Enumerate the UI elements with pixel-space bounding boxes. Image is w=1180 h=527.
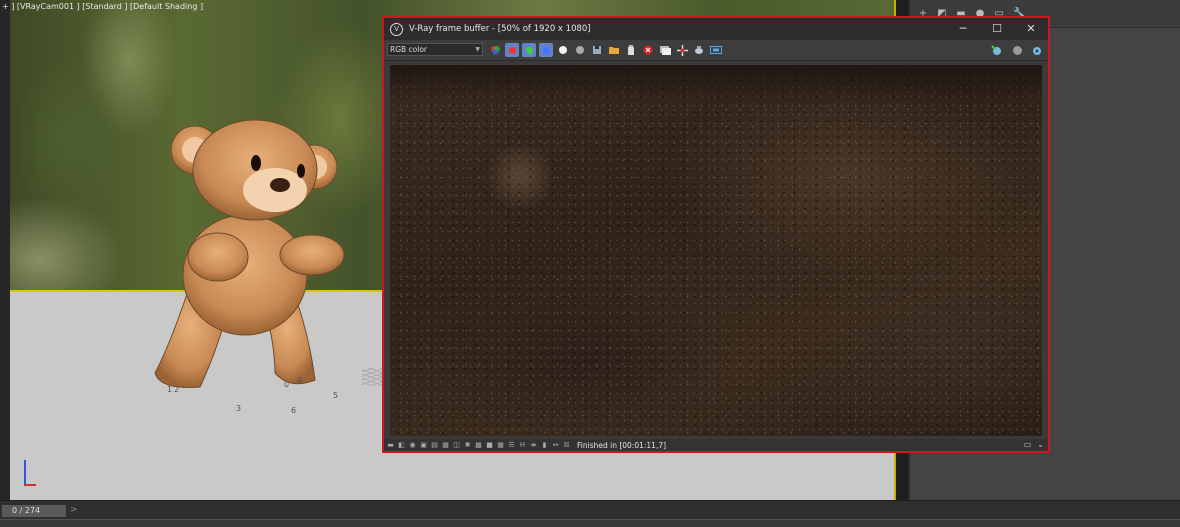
vertex-label: 3 [236,404,242,413]
fit-icon[interactable]: ↔ [551,441,560,450]
teapot-icon[interactable] [692,43,706,57]
lens-icon[interactable] [709,43,723,57]
vertex-label: 2 [174,385,180,394]
red-channel-icon[interactable] [505,43,519,57]
lens-effects-icon[interactable]: ✺ [463,441,472,450]
open-icon[interactable] [607,43,621,57]
vfb-status-bar: ▬ ◧ ◉ ▣ ▤ ▦ ◫ ✺ ▩ ■ ▦ ☰ H ⇼ ▮ ↔ ☒ Finish… [384,439,1048,451]
channels-icon[interactable] [488,43,502,57]
vfb-title: V-Ray frame buffer - [50% of 1920 x 1080… [409,24,591,34]
color-icon[interactable]: ■ [485,441,494,450]
stats-icon[interactable]: ▤ [430,441,439,450]
interactive-render-icon[interactable] [1030,43,1044,57]
expand-icon[interactable]: ▭ [1024,440,1032,449]
image-icon[interactable]: ▦ [441,441,450,450]
texture-icon[interactable]: ▩ [474,441,483,450]
folder-icon[interactable]: ▬ [386,441,395,450]
grid-icon[interactable]: ▦ [496,441,505,450]
compare-ab-icon[interactable]: ⇼ [529,441,538,450]
white-circle-icon[interactable] [556,43,570,57]
vertex-label: 1 [167,385,173,394]
teddy-bear-model[interactable] [130,105,370,395]
chevron-down-icon[interactable]: ⌄ [1037,440,1044,449]
close-button[interactable]: ✕ [1014,18,1048,40]
vertex-label: 6 [291,406,297,415]
region-icon[interactable] [675,43,689,57]
vray-logo-icon: V [390,22,403,36]
maximize-button[interactable]: ☐ [980,18,1014,40]
minimize-button[interactable]: ─ [946,18,980,40]
render-icon[interactable] [990,43,1004,57]
vertex-label: 5 [333,391,339,400]
render-status: Finished in [00:01:11,7] [577,440,667,450]
levels-icon[interactable]: ▮ [540,441,549,450]
axis-tripod-icon [20,460,36,486]
vray-frame-buffer-window: V V-Ray frame buffer - [50% of 1920 x 10… [382,16,1050,453]
blue-channel-icon[interactable] [539,43,553,57]
vfb-title-bar[interactable]: V V-Ray frame buffer - [50% of 1920 x 10… [384,18,1048,40]
stop-icon[interactable] [641,43,655,57]
vertex-label: 4 [297,376,303,385]
viewport-label[interactable]: + ] [VRayCam001 ] [Standard ] [Default S… [2,2,203,11]
color-correction-icon[interactable]: ▣ [419,441,428,450]
timeline-track[interactable] [0,519,1180,527]
save-icon[interactable] [590,43,604,57]
next-frame-button[interactable]: > [70,505,78,515]
layer-icon[interactable]: ◧ [397,441,406,450]
close-small-icon[interactable]: ☒ [562,441,571,450]
vfb-toolbar: RGB color ▼ [384,40,1048,61]
clear-icon[interactable] [624,43,638,57]
sphere-icon[interactable] [1010,43,1024,57]
rendered-image[interactable] [390,65,1042,436]
compare-icon[interactable]: ◫ [452,441,461,450]
info-icon[interactable]: ◉ [408,441,417,450]
grey-circle-icon[interactable] [573,43,587,57]
timeline: 0 / 274 > [0,500,1180,527]
green-channel-icon[interactable] [522,43,536,57]
chevron-down-icon: ▼ [475,46,480,53]
vertex-label: 0 [284,380,290,389]
history-icon[interactable] [658,43,672,57]
channel-select[interactable]: RGB color ▼ [387,43,483,56]
channel-select-value: RGB color [390,45,428,54]
time-slider[interactable]: 0 / 274 [2,505,66,517]
list-icon[interactable]: ☰ [507,441,516,450]
histogram-icon[interactable]: H [518,441,527,450]
